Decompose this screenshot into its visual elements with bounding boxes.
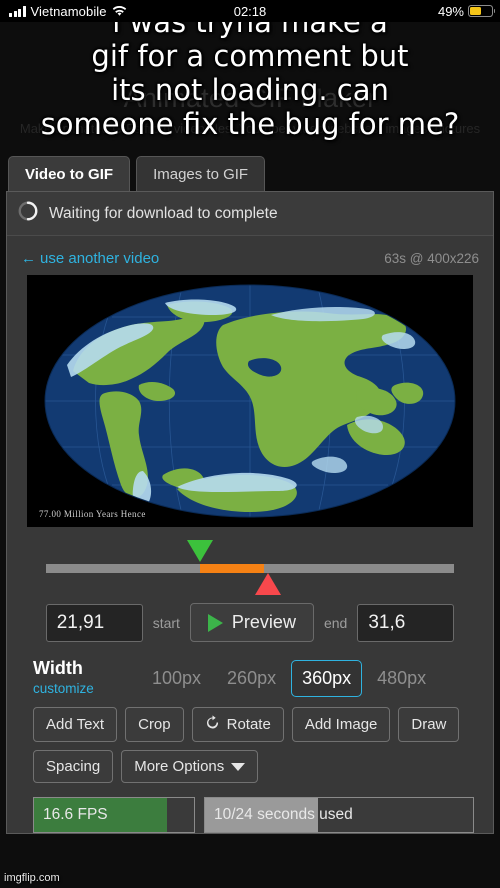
draw-button[interactable]: Draw (398, 707, 460, 742)
width-option-480[interactable]: 480px (366, 660, 437, 697)
fps-meter-label: 16.6 FPS (43, 806, 108, 823)
editor-top-row: ← use another video 63s @ 400x226 (19, 246, 481, 275)
add-image-button[interactable]: Add Image (291, 707, 391, 742)
battery-icon (468, 5, 496, 17)
preview-button[interactable]: Preview (189, 603, 314, 642)
width-options: 100px 260px 360px 480px (141, 658, 437, 697)
download-status-row: Waiting for download to complete (7, 192, 493, 236)
rotate-icon (205, 715, 220, 734)
preview-label: Preview (231, 612, 296, 632)
fps-meter[interactable]: 16.6 FPS (33, 797, 195, 833)
width-row: Width customize 100px 260px 360px 480px (19, 648, 481, 701)
trim-end-handle[interactable] (255, 573, 281, 595)
width-label: Width (33, 658, 83, 678)
crop-button[interactable]: Crop (125, 707, 184, 742)
width-customize-link[interactable]: customize (33, 681, 141, 696)
status-bar-right: 49% (437, 3, 496, 19)
width-label-group: Width customize (33, 658, 141, 696)
time-controls: 21,91 start Preview end 31,6 (19, 595, 481, 648)
width-option-360[interactable]: 360px (291, 660, 363, 697)
rotate-label: Rotate (226, 716, 271, 733)
spacing-button[interactable]: Spacing (33, 750, 114, 783)
page-subtitle: Make animated GIFs from video files, You… (19, 120, 481, 136)
more-options-label: More Options (134, 758, 225, 775)
end-time-input[interactable]: 31,6 (357, 603, 455, 642)
video-frame-caption: 77.00 Million Years Hence (39, 509, 146, 519)
gif-maker-app: Video to GIF Images to GIF Waiting for d… (0, 156, 500, 834)
trim-selected-range (200, 564, 264, 573)
width-option-100[interactable]: 100px (141, 660, 212, 697)
seconds-meter-label: 10/24 seconds used (214, 806, 353, 823)
more-options-button[interactable]: More Options (121, 750, 259, 783)
start-label: start (152, 614, 180, 631)
start-time-input[interactable]: 21,91 (45, 603, 143, 642)
meters-row: 16.6 FPS 10/24 seconds used (19, 791, 481, 833)
video-meta-label: 63s @ 400x226 (384, 251, 479, 266)
ios-status-bar: Vietnamobile 02:18 49% (0, 0, 500, 22)
editor-panel: Waiting for download to complete ← use an… (6, 191, 494, 834)
battery-percent-label: 49% (437, 3, 464, 19)
width-option-260[interactable]: 260px (216, 660, 287, 697)
use-another-video-link[interactable]: ← use another video (21, 250, 159, 267)
back-arrow-icon: ← (21, 250, 36, 267)
seconds-meter[interactable]: 10/24 seconds used (204, 797, 474, 833)
tab-video-to-gif[interactable]: Video to GIF (8, 156, 131, 191)
video-editor: ← use another video 63s @ 400x226 77.00 … (7, 236, 493, 833)
chevron-down-icon (231, 762, 246, 771)
tool-row-1: Add Text Crop Rotate Add Image Draw (33, 707, 467, 742)
clock: 02:18 (233, 3, 267, 19)
world-map-frame (27, 275, 473, 527)
video-preview[interactable]: 77.00 Million Years Hence (27, 275, 473, 527)
end-label: end (323, 614, 348, 631)
use-another-video-label: use another video (40, 250, 160, 267)
trim-slider[interactable] (31, 533, 469, 595)
rotate-button[interactable]: Rotate (191, 707, 284, 742)
tool-buttons: Add Text Crop Rotate Add Image Draw Spac… (19, 701, 481, 783)
tab-bar: Video to GIF Images to GIF (0, 156, 500, 191)
loading-spinner-icon (17, 200, 39, 227)
trim-start-handle[interactable] (187, 540, 213, 562)
download-status-text: Waiting for download to complete (49, 204, 278, 222)
tab-images-to-gif[interactable]: Images to GIF (136, 156, 266, 191)
add-text-button[interactable]: Add Text (33, 707, 118, 742)
page-title: Animated GIF Maker (123, 83, 377, 113)
imgflip-watermark: imgflip.com (4, 872, 60, 884)
page-header: Animated GIF Maker Make animated GIFs fr… (0, 22, 500, 156)
tool-row-2: Spacing More Options (33, 750, 467, 783)
play-icon (207, 613, 223, 632)
